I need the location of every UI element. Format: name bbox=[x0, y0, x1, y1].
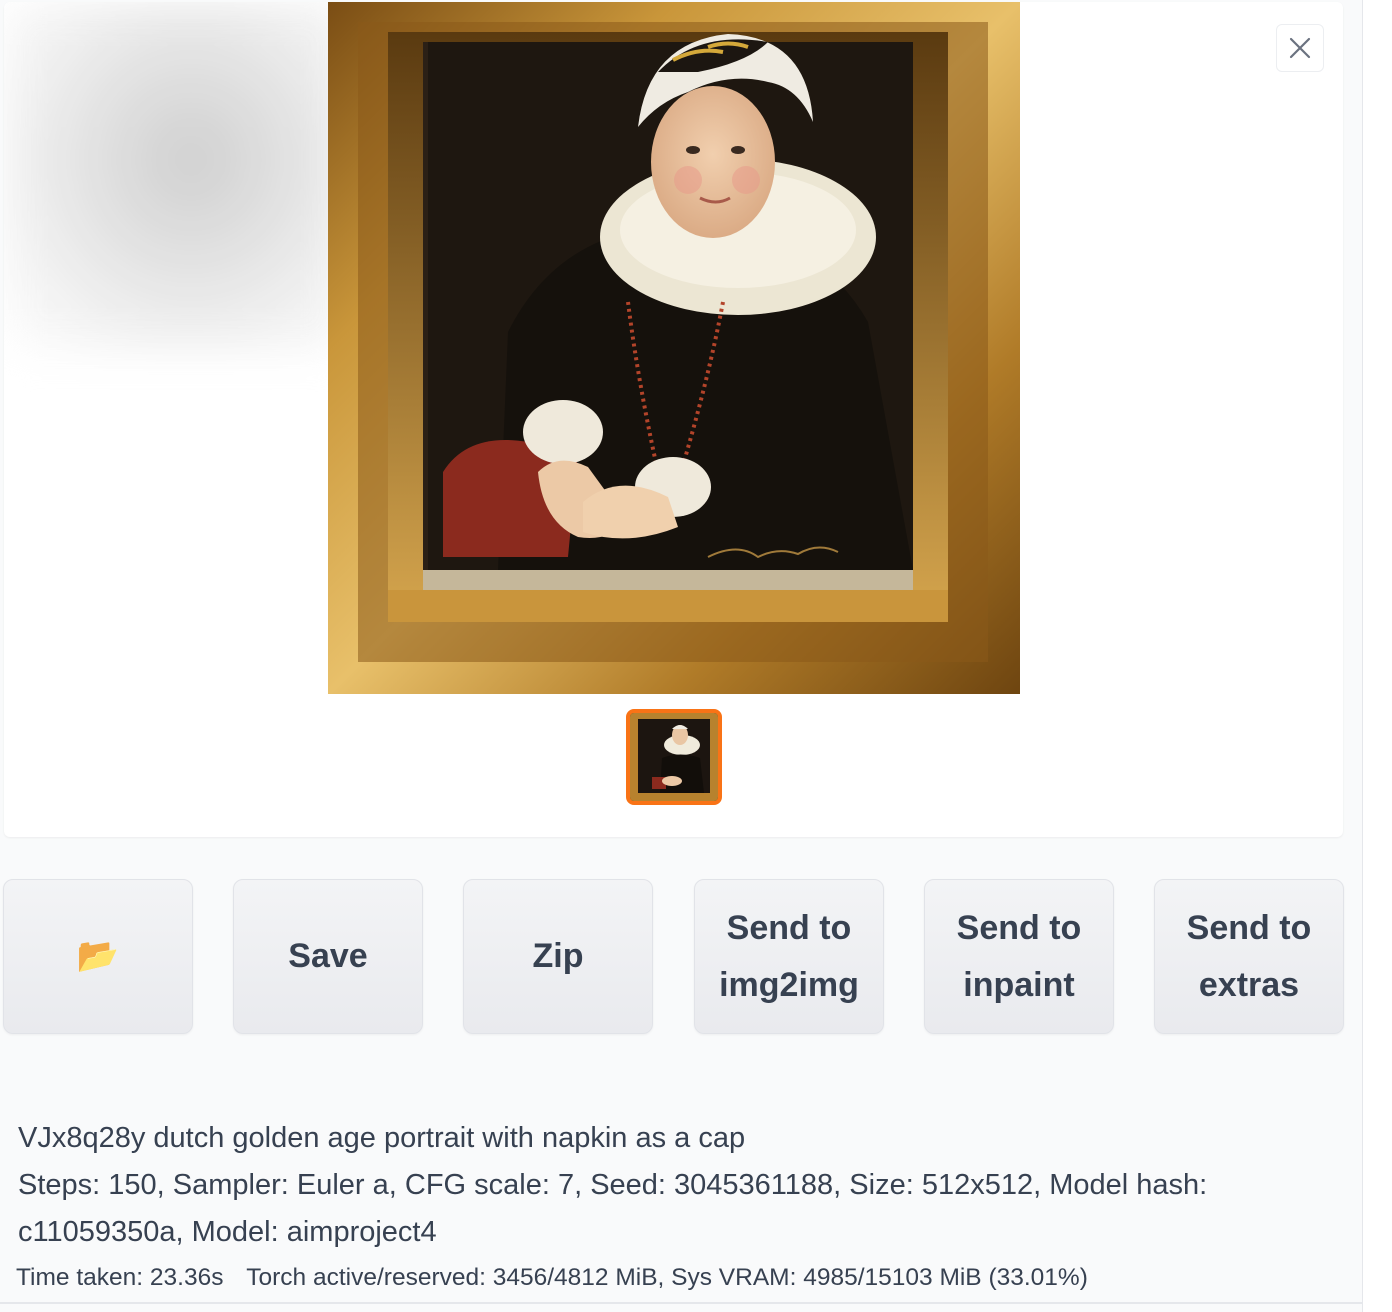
send-to-inpaint-button[interactable]: Send to inpaint bbox=[924, 879, 1114, 1034]
save-button[interactable]: Save bbox=[233, 879, 423, 1034]
right-scroll-rail bbox=[1362, 0, 1392, 1312]
send-to-img2img-button[interactable]: Send to img2img bbox=[694, 879, 884, 1034]
close-button[interactable] bbox=[1276, 24, 1324, 72]
generation-info: VJx8q28y dutch golden age portrait with … bbox=[18, 1115, 1348, 1256]
time-taken: Time taken: 23.36s bbox=[16, 1264, 224, 1291]
blurred-background bbox=[4, 2, 344, 352]
prompt-text: VJx8q28y dutch golden age portrait with … bbox=[18, 1122, 746, 1154]
divider bbox=[0, 1302, 1362, 1304]
zip-button[interactable]: Zip bbox=[463, 879, 653, 1034]
image-gallery bbox=[4, 2, 1343, 837]
gallery-thumbnail[interactable] bbox=[626, 709, 722, 805]
open-folder-button[interactable]: 📂 bbox=[3, 879, 193, 1034]
close-icon bbox=[1289, 37, 1311, 59]
memory-usage: Torch active/reserved: 3456/4812 MiB, Sy… bbox=[246, 1264, 1088, 1291]
folder-icon: 📂 bbox=[76, 937, 120, 975]
main-generated-image[interactable] bbox=[328, 2, 1020, 694]
generation-params: Steps: 150, Sampler: Euler a, CFG scale:… bbox=[18, 1169, 1208, 1248]
performance-info: Time taken: 23.36s Torch active/reserved… bbox=[16, 1262, 1356, 1294]
send-to-extras-button[interactable]: Send to extras bbox=[1154, 879, 1344, 1034]
